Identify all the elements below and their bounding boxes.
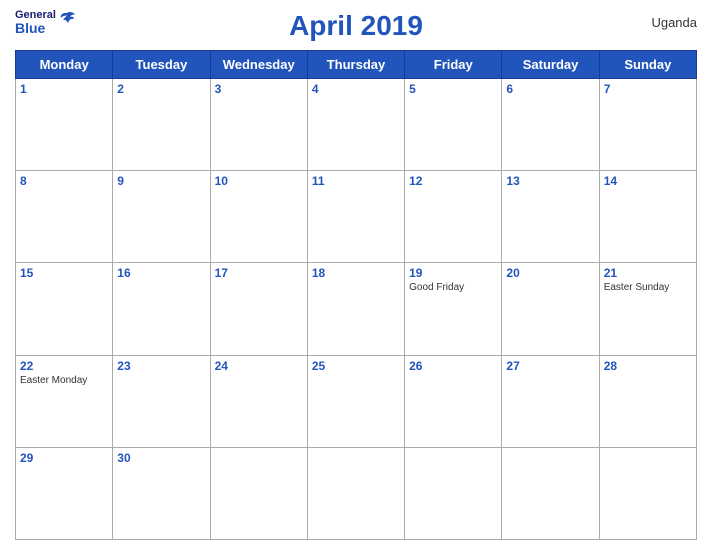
day-number: 28 xyxy=(604,359,692,373)
day-number: 1 xyxy=(20,82,108,96)
day-number: 12 xyxy=(409,174,497,188)
calendar-day-cell: 26 xyxy=(405,355,502,447)
calendar-day-cell: 11 xyxy=(307,171,404,263)
header-friday: Friday xyxy=(405,51,502,79)
calendar-week-row: 29 30 xyxy=(16,447,697,539)
day-number: 25 xyxy=(312,359,400,373)
calendar-day-cell: 9 xyxy=(113,171,210,263)
calendar-day-cell: 22 Easter Monday xyxy=(16,355,113,447)
calendar-week-row: 89 10 11 12 13 14 xyxy=(16,171,697,263)
calendar-header: General Blue April 2019 Uganda xyxy=(15,10,697,42)
calendar-week-row: 15 16 17 18 19 Good Friday 20 21 Easter Sunday xyxy=(16,263,697,355)
calendar-day-cell: 17 xyxy=(210,263,307,355)
calendar-title: April 2019 xyxy=(289,10,423,42)
day-number: 24 xyxy=(215,359,303,373)
day-number: 4 xyxy=(312,82,400,96)
calendar-day-cell: 3 xyxy=(210,79,307,171)
calendar-day-cell xyxy=(502,447,599,539)
calendar-day-cell: 5 xyxy=(405,79,502,171)
logo-bird-icon xyxy=(58,11,76,27)
day-number: 10 xyxy=(215,174,303,188)
day-number: 17 xyxy=(215,266,303,280)
header-tuesday: Tuesday xyxy=(113,51,210,79)
holiday-name: Easter Sunday xyxy=(604,282,692,293)
calendar-day-cell: 18 xyxy=(307,263,404,355)
calendar-table: Monday Tuesday Wednesday Thursday Friday… xyxy=(15,50,697,540)
header-saturday: Saturday xyxy=(502,51,599,79)
calendar-day-cell: 7 xyxy=(599,79,696,171)
day-number: 19 xyxy=(409,266,497,280)
day-number: 29 xyxy=(20,451,108,465)
calendar-day-cell: 23 xyxy=(113,355,210,447)
calendar-day-cell: 12 xyxy=(405,171,502,263)
header-wednesday: Wednesday xyxy=(210,51,307,79)
calendar-body: 12345678910111213141516171819Good Friday… xyxy=(16,79,697,540)
header-sunday: Sunday xyxy=(599,51,696,79)
calendar-day-cell: 30 xyxy=(113,447,210,539)
day-number: 8 xyxy=(20,174,108,188)
logo-text: General Blue xyxy=(15,10,56,35)
calendar-day-cell: 21 Easter Sunday xyxy=(599,263,696,355)
day-number: 18 xyxy=(312,266,400,280)
calendar-day-cell: 4 xyxy=(307,79,404,171)
header-monday: Monday xyxy=(16,51,113,79)
calendar-day-cell: 29 xyxy=(16,447,113,539)
day-number: 15 xyxy=(20,266,108,280)
calendar-week-row: 22 Easter Monday 23 24 25 26 27 28 xyxy=(16,355,697,447)
weekday-header-row: Monday Tuesday Wednesday Thursday Friday… xyxy=(16,51,697,79)
calendar-day-cell: 16 xyxy=(113,263,210,355)
calendar-day-cell xyxy=(405,447,502,539)
holiday-name: Easter Monday xyxy=(20,375,108,386)
calendar-day-cell: 2 xyxy=(113,79,210,171)
calendar-day-cell xyxy=(210,447,307,539)
calendar-day-cell: 15 xyxy=(16,263,113,355)
logo-blue: Blue xyxy=(15,21,56,35)
day-number: 7 xyxy=(604,82,692,96)
calendar-week-row: 1234567 xyxy=(16,79,697,171)
calendar-day-cell: 28 xyxy=(599,355,696,447)
day-number: 9 xyxy=(117,174,205,188)
day-number: 20 xyxy=(506,266,594,280)
header-thursday: Thursday xyxy=(307,51,404,79)
calendar-day-cell: 24 xyxy=(210,355,307,447)
day-number: 22 xyxy=(20,359,108,373)
day-number: 3 xyxy=(215,82,303,96)
calendar-day-cell: 8 xyxy=(16,171,113,263)
day-number: 30 xyxy=(117,451,205,465)
calendar-day-cell: 10 xyxy=(210,171,307,263)
day-number: 27 xyxy=(506,359,594,373)
calendar-day-cell: 1 xyxy=(16,79,113,171)
calendar-day-cell: 6 xyxy=(502,79,599,171)
calendar-day-cell: 14 xyxy=(599,171,696,263)
logo: General Blue xyxy=(15,10,76,35)
day-number: 13 xyxy=(506,174,594,188)
calendar-day-cell: 19 Good Friday xyxy=(405,263,502,355)
calendar-wrapper: General Blue April 2019 Uganda Monday Tu… xyxy=(0,0,712,550)
calendar-day-cell: 13 xyxy=(502,171,599,263)
day-number: 21 xyxy=(604,266,692,280)
day-number: 26 xyxy=(409,359,497,373)
day-number: 2 xyxy=(117,82,205,96)
day-number: 11 xyxy=(312,174,400,188)
day-number: 5 xyxy=(409,82,497,96)
day-number: 23 xyxy=(117,359,205,373)
calendar-day-cell xyxy=(307,447,404,539)
day-number: 14 xyxy=(604,174,692,188)
day-number: 16 xyxy=(117,266,205,280)
calendar-day-cell: 25 xyxy=(307,355,404,447)
calendar-day-cell: 27 xyxy=(502,355,599,447)
calendar-day-cell: 20 xyxy=(502,263,599,355)
holiday-name: Good Friday xyxy=(409,282,497,293)
country-label: Uganda xyxy=(651,15,697,30)
day-number: 6 xyxy=(506,82,594,96)
calendar-day-cell xyxy=(599,447,696,539)
